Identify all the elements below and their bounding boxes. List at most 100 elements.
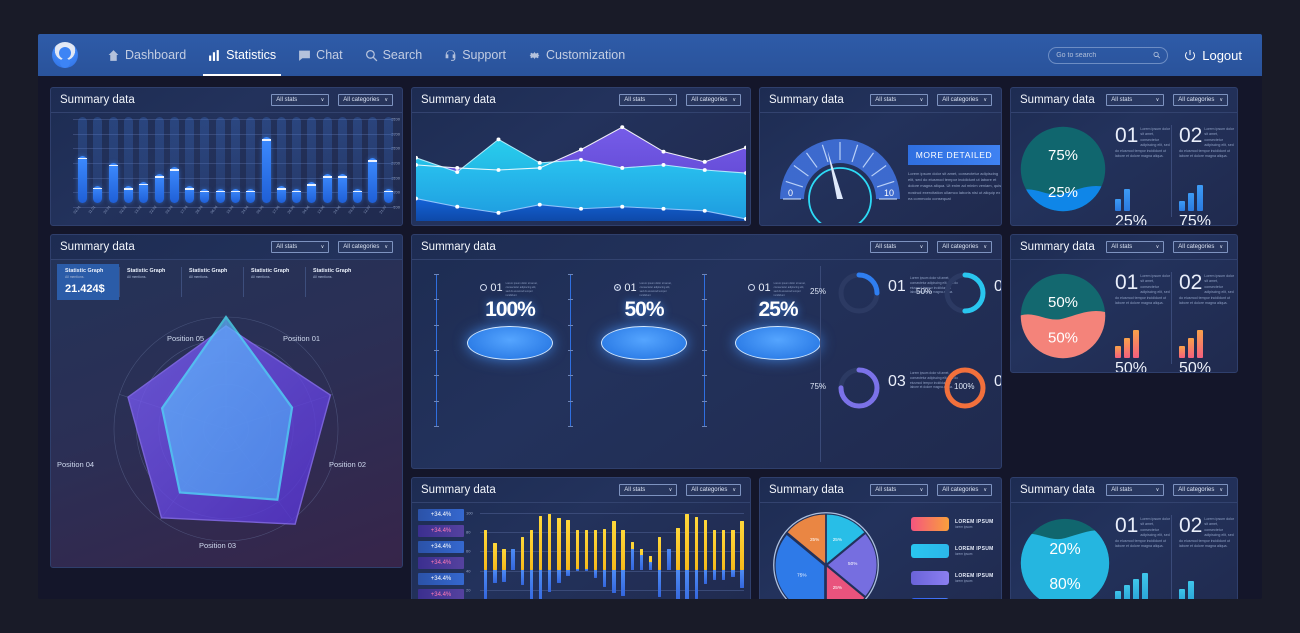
select-all-stats[interactable]: All stats ∨ bbox=[870, 94, 929, 106]
select-all-categories[interactable]: All categories ∨ bbox=[338, 241, 393, 253]
candlestick-bar[interactable] bbox=[657, 511, 662, 599]
percent-badge[interactable]: +34.4% bbox=[418, 557, 464, 569]
candlestick-bar[interactable] bbox=[566, 511, 570, 599]
statistic-graph-tab[interactable]: Statistic Graph All mentions. 21.424$ bbox=[57, 264, 119, 300]
radio-icon[interactable] bbox=[748, 284, 756, 291]
cylinder-widget[interactable]: 01 Lorem ipsum dolor sit amet, consectetu… bbox=[458, 282, 562, 360]
bar-column[interactable] bbox=[136, 117, 151, 203]
statistic-graph-tab[interactable]: Statistic Graph All mentions. bbox=[243, 264, 305, 300]
select-all-categories[interactable]: All categories ∨ bbox=[686, 94, 741, 106]
candlestick-bar[interactable] bbox=[520, 511, 525, 599]
bar-column[interactable] bbox=[320, 117, 335, 203]
candlestick-bar[interactable] bbox=[557, 511, 561, 599]
select-all-categories[interactable]: All categories ∨ bbox=[937, 484, 992, 496]
candlestick-bar[interactable] bbox=[593, 511, 598, 599]
search-box[interactable] bbox=[1048, 46, 1169, 64]
select-all-categories[interactable]: All categories ∨ bbox=[1173, 94, 1228, 106]
bar-column[interactable] bbox=[182, 117, 197, 203]
select-all-stats[interactable]: All stats ∨ bbox=[870, 241, 929, 253]
candlestick-bar[interactable] bbox=[621, 511, 625, 599]
bar-column[interactable] bbox=[167, 117, 182, 203]
bar-column[interactable] bbox=[243, 117, 258, 203]
candlestick-bar[interactable] bbox=[538, 511, 543, 599]
select-all-categories[interactable]: All categories ∨ bbox=[937, 94, 992, 106]
statistic-graph-tab[interactable]: Statistic Graph All mentions. bbox=[181, 264, 243, 300]
legend-item[interactable]: LOREM IPSUMlorem ipsum bbox=[911, 517, 995, 531]
statistic-graph-tab[interactable]: Statistic Graph All mentions. bbox=[119, 264, 181, 300]
candlestick-bar[interactable] bbox=[648, 511, 653, 599]
candlestick-bar[interactable] bbox=[484, 511, 488, 599]
candlestick-bar[interactable] bbox=[529, 511, 534, 599]
search-input[interactable] bbox=[1056, 51, 1153, 59]
select-all-stats[interactable]: All stats ∨ bbox=[1106, 241, 1165, 253]
candlestick-bar[interactable] bbox=[548, 511, 552, 599]
candlestick-bar[interactable] bbox=[722, 511, 726, 599]
percent-badge[interactable]: +34.4% bbox=[418, 525, 464, 537]
bar-column[interactable] bbox=[274, 117, 289, 203]
select-all-categories[interactable]: All categories ∨ bbox=[937, 241, 992, 253]
nav-item-support[interactable]: Support bbox=[433, 34, 517, 76]
candlestick-bar[interactable] bbox=[612, 511, 616, 599]
candlestick-bar[interactable] bbox=[685, 511, 689, 599]
select-all-categories[interactable]: All categories ∨ bbox=[1173, 484, 1228, 496]
candlestick-bar[interactable] bbox=[493, 511, 497, 599]
bar-column[interactable] bbox=[365, 117, 380, 203]
bar-column[interactable] bbox=[90, 117, 105, 203]
nav-item-customization[interactable]: Customization bbox=[517, 34, 636, 76]
percent-badge[interactable]: +34.4% bbox=[418, 573, 464, 585]
candlestick-bar[interactable] bbox=[694, 511, 698, 599]
bar-column[interactable] bbox=[151, 117, 166, 203]
select-all-stats[interactable]: All stats ∨ bbox=[619, 484, 678, 496]
candlestick-bar[interactable] bbox=[584, 511, 589, 599]
progress-ring[interactable] bbox=[836, 270, 882, 316]
nav-item-statistics[interactable]: Statistics bbox=[197, 34, 287, 76]
legend-item[interactable]: LOREM IPSUMlorem ipsum bbox=[911, 544, 995, 558]
bar-column[interactable] bbox=[228, 117, 243, 203]
candlestick-bar[interactable] bbox=[603, 511, 607, 599]
nav-item-chat[interactable]: Chat bbox=[287, 34, 353, 76]
percent-badge[interactable]: +34.4% bbox=[418, 541, 464, 553]
candlestick-bar[interactable] bbox=[740, 511, 744, 599]
bar-column[interactable] bbox=[381, 117, 396, 203]
candlestick-bar[interactable] bbox=[630, 511, 634, 599]
radio-icon[interactable] bbox=[480, 284, 488, 291]
nav-item-search[interactable]: Search bbox=[354, 34, 434, 76]
select-all-categories[interactable]: All categories ∨ bbox=[1173, 241, 1228, 253]
candlestick-bar[interactable] bbox=[703, 511, 708, 599]
select-all-stats[interactable]: All stats ∨ bbox=[271, 241, 330, 253]
candlestick-bar[interactable] bbox=[667, 511, 671, 599]
select-all-stats[interactable]: All stats ∨ bbox=[619, 94, 678, 106]
bar-column[interactable] bbox=[350, 117, 365, 203]
select-all-stats[interactable]: All stats ∨ bbox=[1106, 94, 1165, 106]
candlestick-bar[interactable] bbox=[712, 511, 717, 599]
progress-ring[interactable] bbox=[836, 365, 882, 411]
select-all-stats[interactable]: All stats ∨ bbox=[271, 94, 330, 106]
bar-column[interactable] bbox=[121, 117, 136, 203]
more-detailed-button[interactable]: MORE DETAILED bbox=[908, 145, 1000, 165]
select-all-stats[interactable]: All stats ∨ bbox=[1106, 484, 1165, 496]
select-all-stats[interactable]: All stats ∨ bbox=[870, 484, 929, 496]
select-all-categories[interactable]: All categories ∨ bbox=[686, 484, 741, 496]
progress-ring[interactable] bbox=[942, 270, 988, 316]
candlestick-bar[interactable] bbox=[575, 511, 579, 599]
percent-badge[interactable]: +34.4% bbox=[418, 509, 464, 521]
candlestick-bar[interactable] bbox=[502, 511, 506, 599]
candlestick-bar[interactable] bbox=[676, 511, 680, 599]
user-avatar-logo[interactable] bbox=[52, 42, 78, 68]
cylinder-widget[interactable]: 01 Lorem ipsum dolor sit amet, consectetu… bbox=[592, 282, 696, 360]
radio-icon[interactable] bbox=[614, 284, 622, 291]
statistic-graph-tab[interactable]: Statistic Graph All mentions. bbox=[305, 264, 367, 300]
select-all-categories[interactable]: All categories ∨ bbox=[338, 94, 393, 106]
candlestick-bar[interactable] bbox=[731, 511, 735, 599]
bar-column[interactable] bbox=[106, 117, 121, 203]
candlestick-bar[interactable] bbox=[639, 511, 644, 599]
bar-column[interactable] bbox=[197, 117, 212, 203]
bar-column[interactable] bbox=[304, 117, 319, 203]
legend-item[interactable]: LOREM IPSUMlorem ipsum bbox=[911, 598, 995, 599]
candlestick-bar[interactable] bbox=[511, 511, 515, 599]
percent-badge[interactable]: +34.4% bbox=[418, 589, 464, 599]
bar-column[interactable] bbox=[258, 117, 273, 203]
bar-column[interactable] bbox=[75, 117, 90, 203]
bar-column[interactable] bbox=[289, 117, 304, 203]
logout-button[interactable]: Logout bbox=[1184, 48, 1242, 63]
